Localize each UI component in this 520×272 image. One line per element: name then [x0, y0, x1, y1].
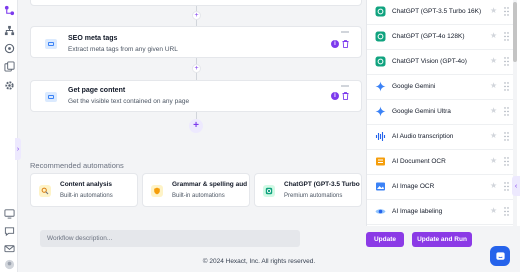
star-icon[interactable]: ★	[490, 181, 497, 190]
update-button[interactable]: Update	[366, 232, 404, 247]
recommended-item-name: Grammar & spelling aud	[172, 181, 248, 188]
star-icon[interactable]: ★	[490, 131, 497, 140]
panel-scrollbar-thumb[interactable]	[513, 2, 517, 62]
gear-icon[interactable]	[3, 79, 15, 91]
automations-panel: ChatGPT (GPT-3.5 Turbo 16K) ★ ChatGPT (G…	[366, 0, 520, 226]
recommended-item-name: ChatGPT (GPT-3.5 Turbo	[284, 181, 360, 188]
recommended-item[interactable]: Grammar & spelling aud Built-in automati…	[142, 173, 250, 207]
document-ocr-icon	[376, 157, 385, 166]
model-name: ChatGPT Vision (GPT-4o)	[392, 58, 467, 65]
chat-icon[interactable]	[3, 225, 15, 237]
magnify-icon	[39, 185, 51, 197]
info-icon[interactable]: i	[331, 92, 339, 100]
chevron-left-icon: ‹	[514, 182, 518, 190]
audio-wave-icon	[375, 132, 386, 141]
model-name: ChatGPT (GPT-4o 128K)	[392, 33, 465, 40]
drag-grip-icon[interactable]	[504, 182, 509, 191]
mail-icon[interactable]	[3, 242, 15, 254]
workflow-logo-icon[interactable]	[3, 4, 15, 16]
trash-icon[interactable]	[342, 40, 349, 48]
model-name: AI Document OCR	[392, 158, 446, 165]
grammar-shield-icon	[151, 185, 163, 197]
star-icon[interactable]: ★	[490, 206, 497, 215]
update-and-run-button[interactable]: Update and Run	[412, 232, 472, 247]
recommended-item[interactable]: ChatGPT (GPT-3.5 Turbo Premium automatio…	[254, 173, 362, 207]
copy-icon[interactable]	[3, 60, 15, 72]
recommended-item-subtitle: Premium automations	[284, 193, 343, 199]
image-ocr-icon	[376, 182, 385, 191]
model-list-item[interactable]: Google Gemini Ultra ★	[367, 100, 513, 125]
gemini-icon	[375, 81, 386, 92]
drag-grip-icon[interactable]	[504, 157, 509, 166]
recommended-item-subtitle: Built-in automations	[60, 193, 113, 199]
chatgpt-icon	[375, 31, 386, 42]
model-name: AI Image OCR	[392, 183, 435, 190]
workflow-step-card[interactable]: SEO meta tags Extract meta tags from any…	[30, 26, 362, 58]
add-step-button-large[interactable]: +	[189, 119, 203, 133]
workflow-description-input[interactable]	[40, 230, 300, 247]
recommended-title: Recommended automations	[30, 161, 124, 170]
drag-handle-icon[interactable]	[341, 85, 349, 87]
model-list-item[interactable]: AI Document OCR ★	[367, 150, 513, 175]
star-icon[interactable]: ★	[490, 81, 497, 90]
drag-grip-icon[interactable]	[504, 57, 509, 66]
chatgpt-icon	[375, 6, 386, 17]
step-title: SEO meta tags	[68, 35, 118, 42]
model-list-item[interactable]: ChatGPT (GPT-4o 128K) ★	[367, 25, 513, 50]
help-icon[interactable]	[3, 207, 15, 219]
recommended-item-subtitle: Built-in automations	[172, 193, 225, 199]
step-description: Get the visible text contained on any pa…	[68, 98, 190, 105]
recommended-item[interactable]: Content analysis Built-in automations	[30, 173, 138, 207]
left-nav-rail	[0, 0, 18, 272]
model-name: AI Audio transcription	[392, 133, 454, 140]
workflow-canvas: + SEO meta tags Extract meta tags from a…	[22, 0, 366, 226]
model-name: ChatGPT (GPT-3.5 Turbo 16K)	[392, 8, 482, 15]
copyright-text: © 2024 Hexact, Inc. All rights reserved.	[202, 258, 316, 265]
page-content-icon	[45, 92, 57, 102]
drag-grip-icon[interactable]	[504, 82, 509, 91]
chevron-right-icon: ›	[16, 145, 20, 153]
expand-sidebar-tab[interactable]: ›	[15, 138, 21, 160]
drag-grip-icon[interactable]	[504, 132, 509, 141]
model-list-item[interactable]: ChatGPT (GPT-3.5 Turbo 16K) ★	[367, 0, 513, 25]
drag-handle-icon[interactable]	[341, 31, 349, 33]
model-list-item[interactable]: AI Image OCR ★	[367, 175, 513, 200]
step-title: Get page content	[68, 87, 126, 94]
drag-grip-icon[interactable]	[504, 32, 509, 41]
model-list-item[interactable]: Google Gemini ★	[367, 75, 513, 100]
model-name: AI Image labeling	[392, 208, 443, 215]
step-description: Extract meta tags from any given URL	[68, 46, 178, 53]
workflow-step-card[interactable]: Get page content Get the visible text co…	[30, 80, 362, 112]
chatgpt-icon	[263, 185, 275, 197]
chat-bubble-icon	[495, 251, 505, 260]
recommended-item-name: Content analysis	[60, 181, 113, 188]
info-icon[interactable]: i	[331, 40, 339, 48]
model-name: Google Gemini Ultra	[392, 108, 451, 115]
model-list-item[interactable]: ChatGPT Vision (GPT-4o) ★	[367, 50, 513, 75]
drag-grip-icon[interactable]	[504, 207, 509, 216]
integrations-icon[interactable]	[3, 42, 15, 54]
add-step-button[interactable]: +	[192, 64, 201, 73]
model-name: Google Gemini	[392, 83, 436, 90]
drag-grip-icon[interactable]	[504, 107, 509, 116]
add-step-button[interactable]: +	[192, 11, 201, 20]
trash-icon[interactable]	[342, 92, 349, 100]
collapse-panel-tab[interactable]: ‹	[512, 176, 520, 196]
star-icon[interactable]: ★	[490, 31, 497, 40]
model-list-item[interactable]: AI Image labeling ★	[367, 200, 513, 225]
footer: © 2024 Hexact, Inc. All rights reserved.	[0, 258, 520, 265]
star-icon[interactable]: ★	[490, 156, 497, 165]
star-icon[interactable]: ★	[490, 56, 497, 65]
eye-icon	[375, 209, 386, 214]
drag-grip-icon[interactable]	[504, 7, 509, 16]
chatgpt-icon	[375, 56, 386, 67]
model-list-item[interactable]: AI Audio transcription ★	[367, 125, 513, 150]
star-icon[interactable]: ★	[490, 6, 497, 15]
support-chat-button[interactable]	[490, 246, 510, 266]
star-icon[interactable]: ★	[490, 106, 497, 115]
gemini-icon	[375, 106, 386, 117]
hierarchy-icon[interactable]	[3, 24, 15, 36]
seo-tags-icon	[45, 39, 57, 49]
